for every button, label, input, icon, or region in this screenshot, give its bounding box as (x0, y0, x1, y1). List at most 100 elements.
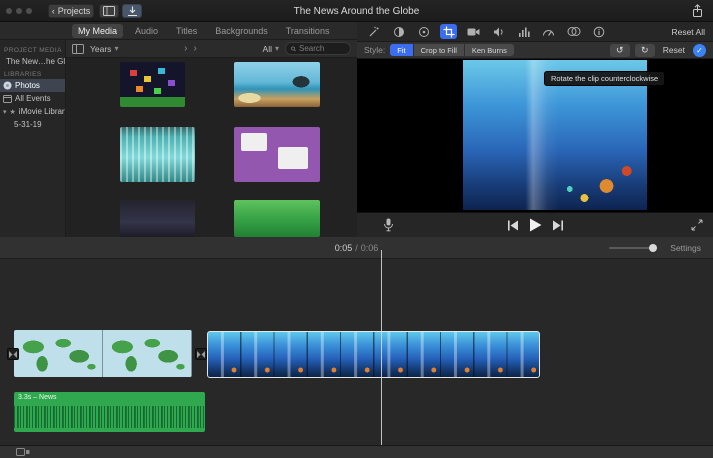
sidebar-item-project[interactable]: The New…he Globe (0, 55, 65, 68)
rotate-ccw-icon: ↺ (616, 44, 624, 55)
disclosure-triangle-icon[interactable]: ▾ (3, 108, 7, 116)
imovie-window: The News Around the Globe ‹ Projects My (0, 0, 713, 458)
speaker-icon (493, 27, 503, 36)
color-correction-button[interactable] (415, 24, 432, 39)
timeline-bottom-bar (0, 445, 713, 458)
transition-handle-middle[interactable] (195, 348, 207, 360)
chevron-right-icon[interactable]: › (184, 43, 187, 54)
titlebar: The News Around the Globe ‹ Projects (0, 0, 713, 22)
sidebar-item-event-date[interactable]: 5-31-19 (0, 118, 65, 131)
volume-button[interactable] (490, 24, 507, 39)
media-thumbnail-green[interactable] (234, 200, 320, 237)
window-zoom-button[interactable] (26, 8, 32, 14)
rotate-tooltip: Rotate the clip counterclockwise (544, 71, 666, 86)
timeline[interactable]: 3.3s – News (0, 259, 713, 445)
media-browser-button[interactable] (99, 4, 119, 18)
sidebar-toggle-icon[interactable] (72, 43, 84, 54)
tab-titles[interactable]: Titles (170, 24, 203, 38)
media-grid (66, 58, 357, 237)
checkmark-icon: ✓ (696, 45, 703, 55)
total-time: 0:06 (360, 243, 379, 253)
rotate-clockwise-button[interactable]: ↻ (634, 43, 655, 57)
filter-dropdown[interactable]: All ▾ (263, 44, 279, 54)
timeline-zoom-slider[interactable] (609, 244, 657, 252)
media-thumbnail-dark[interactable] (120, 200, 195, 237)
share-icon (692, 4, 702, 17)
window-minimize-button[interactable] (16, 8, 22, 14)
search-field[interactable] (285, 42, 352, 55)
speed-button[interactable] (540, 24, 557, 39)
media-filter-row: Years ▾ › › All ▾ (66, 40, 357, 58)
project-media-header: PROJECT MEDIA (4, 47, 62, 54)
ken-burns-button[interactable]: Ken Burns (464, 44, 514, 56)
chevron-right-icon-2[interactable]: › (194, 43, 197, 54)
sidebar-item-all-events[interactable]: All Events (0, 92, 65, 105)
project-name: The New…he Globe (6, 57, 65, 66)
effects-button[interactable] (565, 24, 582, 39)
apply-button[interactable]: ✓ (693, 43, 706, 57)
crop-button[interactable] (440, 24, 457, 39)
transition-icon (197, 350, 205, 358)
media-browser-panel: My Media Audio Titles Backgrounds Transi… (0, 22, 357, 237)
zoom-slider-knob[interactable] (649, 244, 657, 252)
auto-enhance-button[interactable] (365, 24, 382, 39)
color-balance-button[interactable] (390, 24, 407, 39)
window-close-button[interactable] (6, 8, 12, 14)
reset-all-button[interactable]: Reset All (671, 27, 705, 37)
playhead[interactable] (381, 250, 382, 445)
previous-frame-button[interactable] (507, 220, 519, 231)
reset-button[interactable]: Reset (663, 45, 685, 55)
timeline-clip-world-map[interactable] (14, 330, 192, 377)
style-label: Style: (364, 45, 386, 55)
clip-appearance-icon[interactable] (16, 448, 30, 456)
next-frame-button[interactable] (552, 220, 564, 231)
play-button[interactable] (529, 218, 542, 232)
noise-reduction-button[interactable] (515, 24, 532, 39)
tab-transitions[interactable]: Transitions (280, 24, 336, 38)
projects-label: Projects (57, 6, 91, 16)
import-media-button[interactable] (122, 4, 142, 18)
tab-backgrounds[interactable]: Backgrounds (209, 24, 274, 38)
projects-back-button[interactable]: ‹ Projects (48, 4, 94, 18)
search-icon (291, 46, 296, 51)
chevron-down-icon-2: ▾ (275, 44, 280, 53)
share-button[interactable] (686, 4, 708, 18)
media-thumbnail-waterfall[interactable] (120, 127, 195, 182)
filmstrip-icon (103, 6, 115, 16)
media-thumbnail-game[interactable] (120, 62, 185, 107)
library-star-icon: ★ (9, 108, 16, 116)
speedometer-icon (543, 30, 554, 36)
stabilization-button[interactable] (465, 24, 482, 39)
crop-to-fill-button[interactable]: Crop to Fill (413, 44, 465, 56)
import-arrow-icon (127, 6, 137, 16)
media-thumbnail-beach[interactable] (234, 62, 320, 107)
adjustment-toolbar: Reset All (357, 22, 713, 42)
sidebar-item-imovie-library[interactable]: ▾ ★ iMovie Library (0, 105, 65, 118)
video-camera-icon (467, 28, 480, 35)
calendar-icon (3, 95, 12, 103)
card-graphic (278, 147, 308, 169)
sidebar-item-photos[interactable]: Photos (0, 79, 65, 92)
timeline-settings-button[interactable]: Settings (670, 243, 701, 253)
chevron-down-icon: ▾ (114, 44, 119, 53)
media-thumbnail-purple-cards[interactable] (234, 127, 320, 182)
fullscreen-button[interactable] (691, 219, 703, 231)
timeline-clip-underwater-selected[interactable] (207, 331, 540, 378)
group-by-value: Years (90, 43, 112, 54)
libraries-header: LIBRARIES (4, 71, 42, 78)
group-by-dropdown[interactable]: Years ▾ (90, 44, 118, 54)
tab-my-media[interactable]: My Media (72, 23, 124, 38)
expand-icon (691, 219, 703, 231)
rotate-counterclockwise-button[interactable]: ↺ (609, 43, 630, 57)
color-wheel-icon (418, 26, 429, 37)
transition-handle-start[interactable] (7, 348, 19, 360)
time-display: 0:05 / 0:06 (0, 237, 713, 259)
search-input[interactable] (299, 44, 346, 53)
viewer-panel: Reset All Style: Fit Crop to Fill Ken Bu… (357, 22, 713, 237)
audio-clip-label: 3.3s – News (18, 394, 57, 401)
tab-audio[interactable]: Audio (129, 24, 164, 38)
transition-icon (9, 350, 17, 358)
timeline-clip-audio-news[interactable]: 3.3s – News (14, 392, 205, 432)
fit-button[interactable]: Fit (390, 44, 414, 56)
clip-info-button[interactable] (590, 24, 607, 39)
